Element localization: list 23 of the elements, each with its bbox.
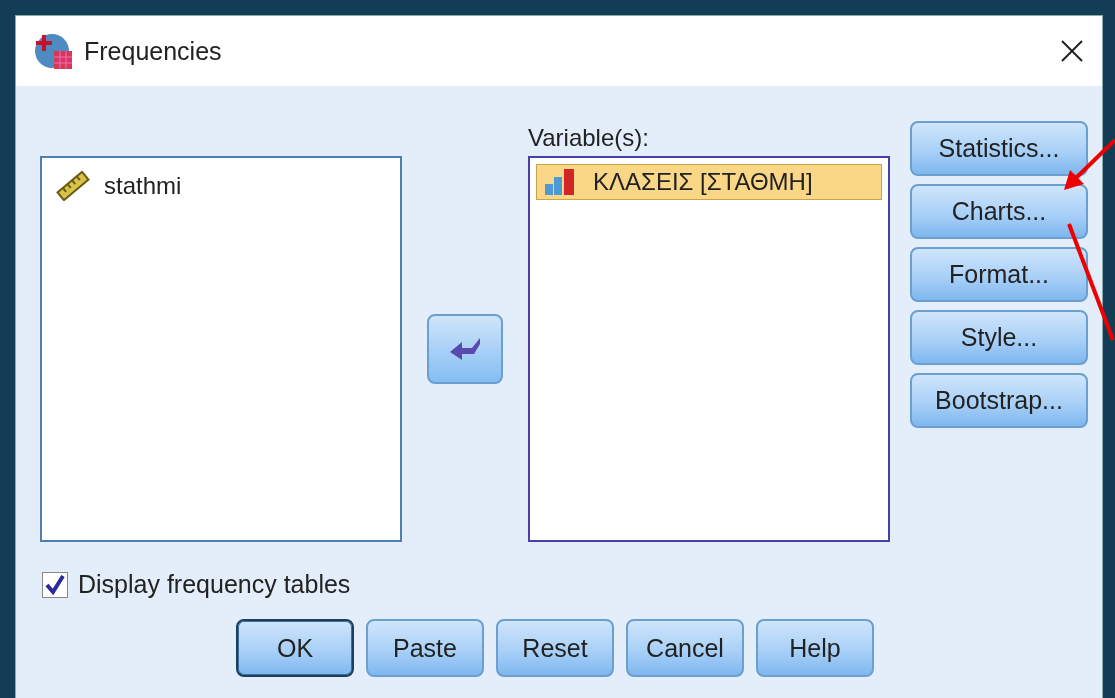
dialog-button[interactable]: Bootstrap...: [910, 373, 1088, 428]
arrow: [1062, 138, 1115, 193]
variables-list[interactable]: ΚΛΑΣΕΙΣ [ΣΤΑΘΜΗ]: [528, 156, 890, 542]
source-variable-list[interactable]: stathmi: [40, 156, 402, 542]
dialog-button[interactable]: Charts...: [910, 184, 1088, 239]
dialog-button[interactable]: Reset: [496, 619, 614, 677]
dialog-button[interactable]: Format...: [910, 247, 1088, 302]
arrow-icon: [448, 336, 482, 362]
checkbox[interactable]: [42, 571, 68, 598]
window-title: Frequencies: [84, 36, 223, 66]
close-icon[interactable]: [1060, 39, 1084, 63]
dialog-button[interactable]: Style...: [910, 310, 1088, 365]
list-label: Variable(s):: [528, 124, 650, 153]
dialog-button[interactable]: Help: [756, 619, 874, 677]
dialog-button[interactable]: Paste: [366, 619, 484, 677]
dialog-button[interactable]: Statistics...: [910, 121, 1088, 176]
list-item[interactable]: stathmi: [50, 168, 392, 204]
dialog-button[interactable]: OK: [236, 619, 354, 677]
dialog-button[interactable]: Cancel: [626, 619, 744, 677]
transfer-button[interactable]: [427, 314, 503, 384]
list-item[interactable]: ΚΛΑΣΕΙΣ [ΣΤΑΘΜΗ]: [536, 164, 882, 200]
app-icon: [34, 31, 74, 71]
checkbox-label: Display frequency tables: [78, 570, 351, 599]
